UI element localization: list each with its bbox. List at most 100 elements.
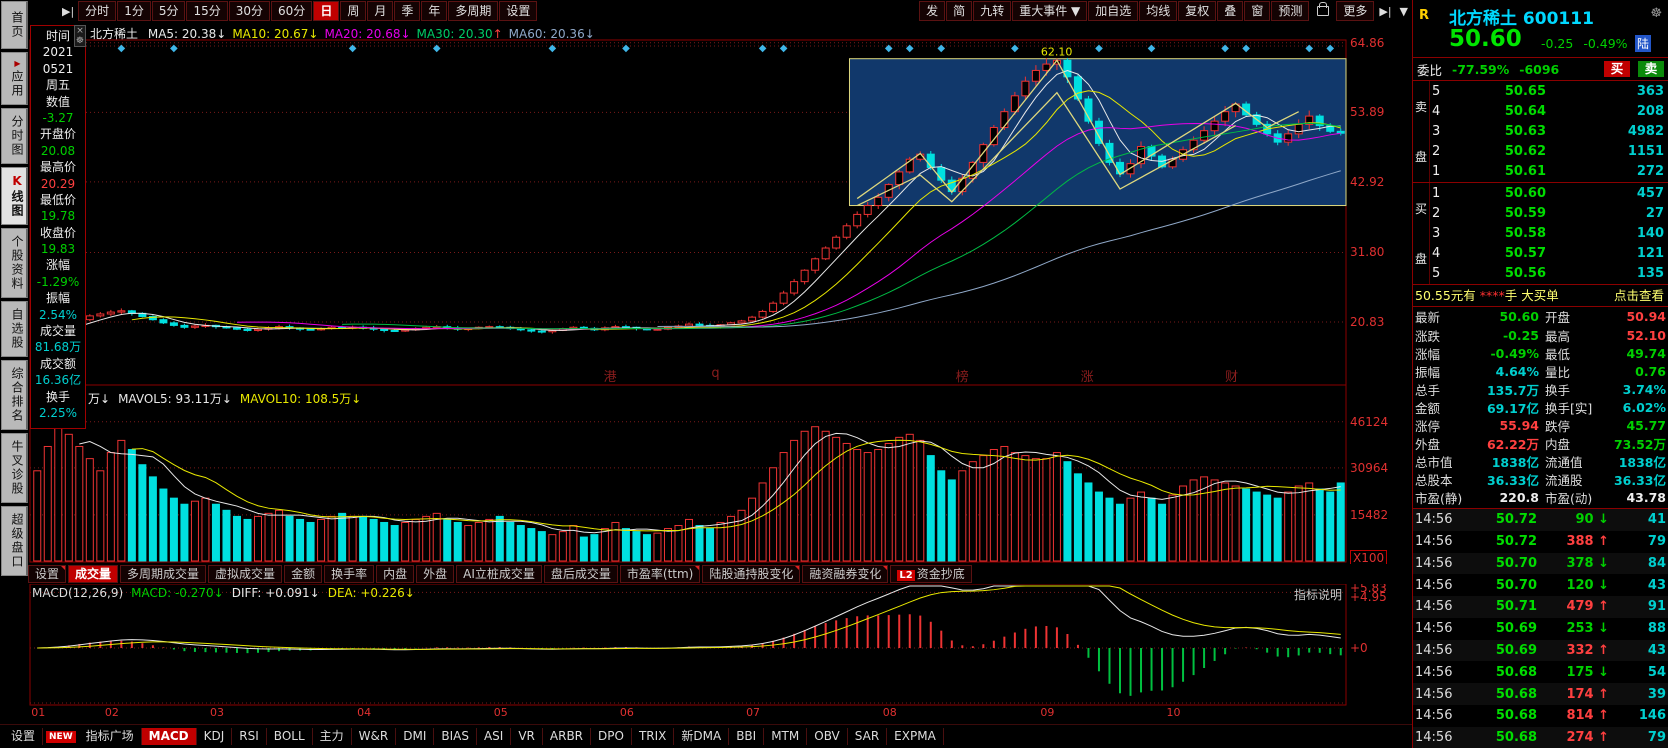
gear-icon[interactable]: ☸: [76, 36, 84, 46]
collapse-left-icon[interactable]: ▶|: [62, 5, 74, 18]
buy-button[interactable]: 买: [1604, 61, 1630, 77]
vol-tab-换手率[interactable]: 换手率: [324, 565, 374, 583]
dropdown-caret-icon[interactable]: ▼: [1400, 5, 1408, 18]
big-order-ticker[interactable]: 50.55元有 ****手 大买单 点击查看: [1413, 285, 1668, 307]
indicator-tab-DMI[interactable]: DMI: [396, 728, 434, 745]
indicator-tab-KDJ[interactable]: KDJ: [197, 728, 233, 745]
vol-tab-多周期成交量[interactable]: 多周期成交量: [120, 565, 206, 583]
indicator-tab-RSI[interactable]: RSI: [232, 728, 267, 745]
price-axis-label: 20.83: [1350, 315, 1408, 329]
sidebar-item-K线图[interactable]: K线图: [1, 167, 28, 225]
event-diamond-icon: ◆: [118, 43, 126, 54]
indicator-tab-MTM[interactable]: MTM: [764, 728, 807, 745]
vol-tab-内盘[interactable]: 内盘: [376, 565, 414, 583]
lock-icon[interactable]: [1317, 6, 1329, 16]
sidebar-item-超级盘口[interactable]: 超级盘口: [1, 506, 28, 576]
period-button-季[interactable]: 季: [394, 1, 420, 21]
indicator-tab-VR[interactable]: VR: [511, 728, 543, 745]
indicator-tab-设置[interactable]: 设置: [4, 728, 43, 745]
period-button-1分[interactable]: 1分: [117, 1, 151, 21]
collapse-right-icon[interactable]: ▶|: [1379, 5, 1391, 18]
tick-time: 14:56: [1415, 730, 1459, 745]
volume-bar: [139, 465, 146, 561]
period-button-15分[interactable]: 15分: [186, 1, 227, 21]
toolbar-button-九转[interactable]: 九转: [973, 1, 1011, 21]
vol-tab-资金抄底[interactable]: L2资金抄底: [890, 565, 971, 583]
indicator-tab-指标广场[interactable]: 指标广场: [79, 728, 142, 745]
indicator-tab-BBI[interactable]: BBI: [729, 728, 764, 745]
period-button-年[interactable]: 年: [421, 1, 447, 21]
indicator-tab-W&R[interactable]: W&R: [352, 728, 397, 745]
tick-time: 14:56: [1415, 643, 1459, 658]
vol-tab-融资融券变化[interactable]: 融资融券变化: [802, 565, 888, 583]
sidebar-item-自选股[interactable]: 自选股: [1, 301, 28, 357]
sidebar-item-分时图[interactable]: 分时图: [1, 108, 28, 164]
toolbar-button-更多[interactable]: 更多: [1336, 1, 1374, 21]
period-button-分时[interactable]: 分时: [78, 1, 116, 21]
bid-row[interactable]: 350.58140: [1430, 223, 1668, 243]
toolbar-button-重大事件[interactable]: 重大事件 ▼: [1012, 1, 1087, 21]
bid-row[interactable]: 450.57121: [1430, 244, 1668, 264]
indicator-help-link[interactable]: 指标说明: [1294, 586, 1342, 603]
bid-row[interactable]: 250.5927: [1430, 203, 1668, 223]
vol-tab-成交量[interactable]: 成交量: [68, 565, 118, 583]
ask-row[interactable]: 350.634982: [1430, 121, 1668, 141]
indicator-tab-DPO[interactable]: DPO: [591, 728, 632, 745]
indicator-tab-MACD[interactable]: MACD: [142, 728, 197, 745]
change-value: -0.25: [1541, 36, 1573, 51]
indicator-tab-BOLL[interactable]: BOLL: [267, 728, 313, 745]
vol-tab-市盈率(ttm)[interactable]: 市盈率(ttm): [620, 565, 700, 583]
vol-tab-陆股通持股变化[interactable]: 陆股通持股变化: [702, 565, 800, 583]
toolbar-button-均线[interactable]: 均线: [1139, 1, 1177, 21]
vol-tab-金额[interactable]: 金额: [284, 565, 322, 583]
ask-row[interactable]: 450.64208: [1430, 101, 1668, 121]
ticker-view-link[interactable]: 点击查看: [1614, 285, 1668, 306]
indicator-tab-BIAS[interactable]: BIAS: [434, 728, 477, 745]
period-button-60分[interactable]: 60分: [271, 1, 312, 21]
info-line: 16.36亿: [31, 372, 85, 388]
indicator-tab-主力[interactable]: 主力: [313, 728, 352, 745]
indicator-tab-EXPMA[interactable]: EXPMA: [887, 728, 944, 745]
indicator-tab-新DMA[interactable]: 新DMA: [674, 728, 729, 745]
toolbar-button-窗[interactable]: 窗: [1244, 1, 1270, 21]
toolbar-button-预测[interactable]: 预测: [1271, 1, 1309, 21]
sell-button[interactable]: 卖: [1638, 61, 1664, 77]
sidebar-item-牛叉诊股[interactable]: 牛叉诊股: [1, 433, 28, 503]
ask-row[interactable]: 250.621151: [1430, 142, 1668, 162]
sidebar-item-个股资料[interactable]: 个股资料: [1, 228, 28, 298]
toolbar-button-简[interactable]: 简: [946, 1, 972, 21]
period-button-30分[interactable]: 30分: [229, 1, 270, 21]
ask-row[interactable]: 150.61272: [1430, 162, 1668, 182]
bid-row[interactable]: 150.60457: [1430, 183, 1668, 203]
kline-volume-macd-chart[interactable]: ◆◆◆◆◆◆◆◆◆◆◆◆◆◆◆◆◆◆62.10: [28, 22, 1412, 722]
sidebar-item-首页[interactable]: 首页: [1, 1, 28, 49]
indicator-tab-TRIX[interactable]: TRIX: [632, 728, 674, 745]
close-icon[interactable]: ×: [76, 26, 84, 36]
period-button-5分[interactable]: 5分: [152, 1, 186, 21]
toolbar-button-叠[interactable]: 叠: [1217, 1, 1243, 21]
toolbar-button-加自选[interactable]: 加自选: [1088, 1, 1138, 21]
period-button-设置[interactable]: 设置: [499, 1, 537, 21]
indicator-tab-OBV[interactable]: OBV: [807, 728, 848, 745]
toolbar-button-发[interactable]: 发: [919, 1, 945, 21]
period-button-日[interactable]: 日: [313, 1, 339, 21]
vol-tab-盘后成交量[interactable]: 盘后成交量: [544, 565, 618, 583]
vol-tab-AI立桩成交量[interactable]: AI立桩成交量: [456, 565, 542, 583]
sidebar-item-应用[interactable]: ▶应用: [1, 52, 28, 105]
period-button-多周期[interactable]: 多周期: [448, 1, 498, 21]
bid-row[interactable]: 550.56135: [1430, 264, 1668, 284]
toolbar-button-复权[interactable]: 复权: [1178, 1, 1216, 21]
indicator-tab-SAR[interactable]: SAR: [848, 728, 887, 745]
indicator-tab-ASI[interactable]: ASI: [477, 728, 511, 745]
gear-icon[interactable]: ☸: [1650, 6, 1662, 21]
period-button-周[interactable]: 周: [340, 1, 366, 21]
vol-tab-虚拟成交量[interactable]: 虚拟成交量: [208, 565, 282, 583]
vol-tab-设置[interactable]: 设置: [28, 565, 66, 583]
indicator-tab-ARBR[interactable]: ARBR: [543, 728, 591, 745]
event-diamond-icon: ◆: [759, 43, 767, 54]
vol-tab-外盘[interactable]: 外盘: [416, 565, 454, 583]
ask-row[interactable]: 550.65363: [1430, 81, 1668, 101]
volume-bar: [927, 456, 934, 561]
sidebar-item-综合排名[interactable]: 综合排名: [1, 360, 28, 430]
period-button-月[interactable]: 月: [367, 1, 393, 21]
